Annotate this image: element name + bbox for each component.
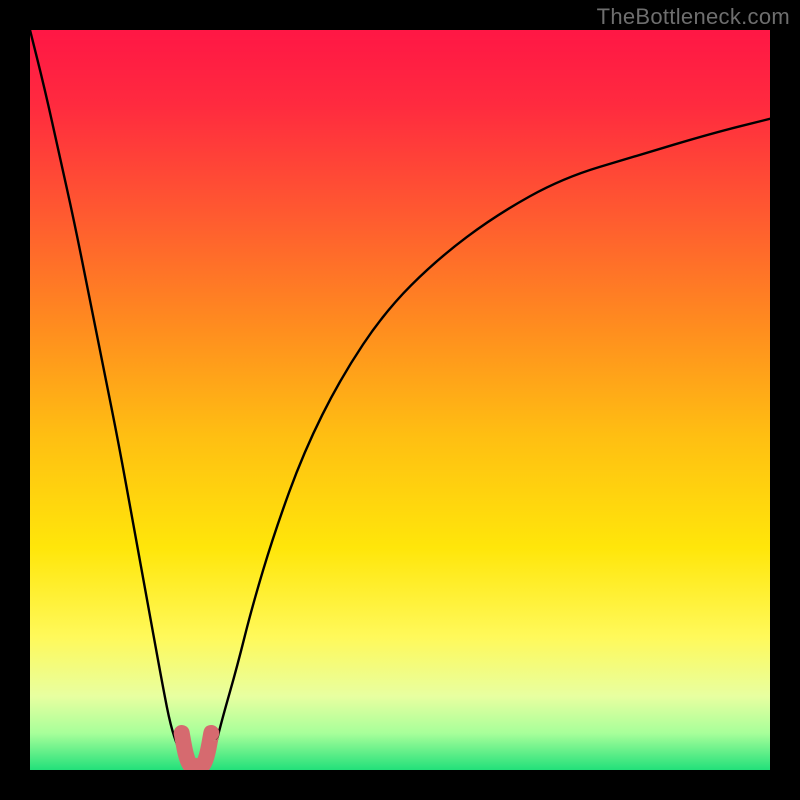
plot-area	[30, 30, 770, 770]
background-gradient	[30, 30, 770, 770]
watermark-text: TheBottleneck.com	[597, 4, 790, 30]
chart-canvas: TheBottleneck.com	[0, 0, 800, 800]
chart-svg	[30, 30, 770, 770]
